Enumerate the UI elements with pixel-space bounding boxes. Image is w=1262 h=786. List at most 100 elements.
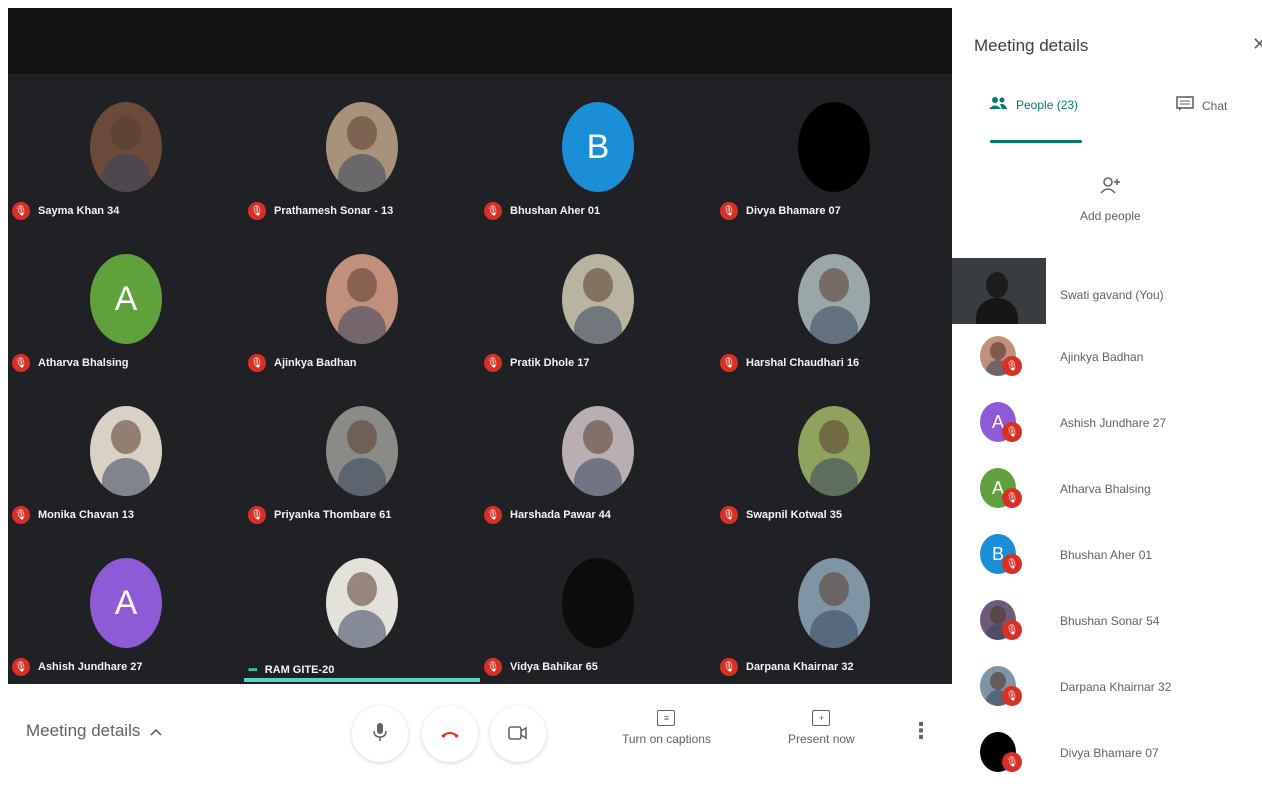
more-options-icon[interactable]: ⋮ [910,718,932,744]
muted-mic-icon: 🎙 [1002,488,1022,508]
participant-name: Harshada Pawar 44 [510,509,611,521]
participant-avatar [562,406,634,496]
participant-tile[interactable]: A 🎙 Ashish Jundhare 27 [8,530,244,682]
participant-tile[interactable]: 🎙 Sayma Khan 34 [8,74,244,226]
muted-mic-icon: 🎙 [1002,686,1022,706]
speaking-indicator-icon: ▪▪▪ [248,664,258,676]
tab-people[interactable]: People (23) [988,96,1078,113]
leave-call-button[interactable] [422,706,478,762]
chevron-up-icon [150,721,162,741]
participant-avatar [326,254,398,344]
muted-mic-icon: 🎙 [1002,752,1022,772]
participant-tile[interactable]: 🎙 Priyanka Thombare 61 [244,378,480,530]
participant-tile[interactable]: 🎙 Harshada Pawar 44 [480,378,716,530]
participant-row[interactable]: 🎙 Ajinkya Badhan [952,324,1262,390]
participant-label: 🎙 Harshal Chaudhari 16 [720,354,859,372]
participant-label: 🎙 Vidya Bahikar 65 [484,658,598,676]
participant-avatar [798,406,870,496]
participant-name: Harshal Chaudhari 16 [746,357,860,369]
muted-mic-icon: 🎙 [484,354,502,372]
participant-label: 🎙 Prathamesh Sonar - 13 [248,202,393,220]
participant-tile[interactable]: 🎙 Prathamesh Sonar - 13 [244,74,480,226]
participant-label: 🎙 Atharva Bhalsing [12,354,128,372]
participant-tile[interactable]: ▪▪▪ RAM GITE-20 [244,530,480,682]
participant-name: Atharva Bhalsing [1060,482,1151,496]
participant-label: 🎙 Harshada Pawar 44 [484,506,611,524]
participant-avatar [798,558,870,648]
participant-tile[interactable]: 🎙 Harshal Chaudhari 16 [716,226,952,378]
muted-mic-icon: 🎙 [12,202,30,220]
participant-row[interactable]: 🎙 Darpana Khairnar 32 [952,654,1262,720]
muted-mic-icon: 🎙 [12,658,30,676]
control-bar: Meeting details ≡ Turn on captions + Pre… [8,684,952,785]
add-people-button[interactable]: Add people [1080,176,1141,223]
participant-label: 🎙 Divya Bhamare 07 [720,202,841,220]
participant-avatar [326,102,398,192]
participant-avatar [562,254,634,344]
captions-button[interactable]: ≡ Turn on captions [622,710,711,746]
participant-avatar: B [562,102,634,192]
participant-tile[interactable]: 🎙 Darpana Khairnar 32 [716,530,952,682]
participant-tile[interactable]: B 🎙 Bhushan Aher 01 [480,74,716,226]
participant-label: 🎙 Priyanka Thombare 61 [248,506,391,524]
participant-name: Ajinkya Badhan [1060,350,1144,364]
add-person-icon [1099,176,1121,197]
active-speaker-bar [244,678,480,682]
muted-mic-icon: 🎙 [484,658,502,676]
participant-row[interactable]: 🎙 Bhushan Sonar 54 [952,588,1262,654]
muted-mic-icon: 🎙 [1002,422,1022,442]
self-participant-row[interactable]: Swati gavand (You) [952,258,1262,324]
participant-name: Pratik Dhole 17 [510,357,590,369]
participant-name: Divya Bhamare 07 [1060,746,1159,760]
meeting-details-panel: Meeting details ✕ People (23) Chat Add p… [952,0,1262,785]
muted-mic-icon: 🎙 [720,354,738,372]
closed-captions-icon: ≡ [657,710,676,726]
muted-mic-icon: 🎙 [12,354,30,372]
microphone-button[interactable] [352,706,408,762]
present-now-button[interactable]: + Present now [788,710,855,746]
participant-row[interactable]: 🎙 Divya Bhamare 07 [952,720,1262,786]
tab-chat[interactable]: Chat [1176,96,1227,115]
video-camera-icon [508,724,528,745]
participant-row[interactable]: A 🎙 Atharva Bhalsing [952,456,1262,522]
participant-label: 🎙 Ashish Jundhare 27 [12,658,143,676]
muted-mic-icon: 🎙 [1002,620,1022,640]
participant-avatar [326,406,398,496]
muted-mic-icon: 🎙 [720,658,738,676]
close-icon[interactable]: ✕ [1252,34,1262,55]
muted-mic-icon: 🎙 [484,506,502,524]
participant-avatar [562,558,634,648]
microphone-icon [373,722,387,747]
present-screen-icon: + [812,710,831,726]
participant-name: Ajinkya Badhan [274,357,357,369]
participant-name: RAM GITE-20 [264,664,335,676]
participant-tile[interactable]: 🎙 Vidya Bahikar 65 [480,530,716,682]
participant-tile[interactable]: A 🎙 Atharva Bhalsing [8,226,244,378]
chat-tab-label: Chat [1202,98,1228,113]
participant-name: Sayma Khan 34 [38,205,120,217]
participant-label: 🎙 Monika Chavan 13 [12,506,134,524]
camera-button[interactable] [490,706,546,762]
chat-icon [1176,96,1194,115]
participant-avatar [90,406,162,496]
people-tab-label: People (23) [1016,97,1079,112]
participant-name: Priyanka Thombare 61 [274,509,392,521]
participant-tile[interactable]: 🎙 Monika Chavan 13 [8,378,244,530]
participant-name: Darpana Khairnar 32 [746,661,854,673]
participant-row[interactable]: B 🎙 Bhushan Aher 01 [952,522,1262,588]
participant-tile[interactable]: 🎙 Swapnil Kotwal 35 [716,378,952,530]
participant-name: Ashish Jundhare 27 [1060,416,1167,430]
captions-label: Turn on captions [622,732,711,746]
participant-row[interactable]: A 🎙 Ashish Jundhare 27 [952,390,1262,456]
participant-name: Ashish Jundhare 27 [38,661,143,673]
muted-mic-icon: 🎙 [484,202,502,220]
participant-name: Darpana Khairnar 32 [1060,680,1172,694]
muted-mic-icon: 🎙 [248,354,266,372]
participant-tile[interactable]: 🎙 Pratik Dhole 17 [480,226,716,378]
top-bar [8,8,952,74]
participant-name: Divya Bhamare 07 [746,205,841,217]
meeting-details-button[interactable]: Meeting details [26,721,162,741]
muted-mic-icon: 🎙 [1002,554,1022,574]
participant-tile[interactable]: 🎙 Ajinkya Badhan [244,226,480,378]
participant-tile[interactable]: 🎙 Divya Bhamare 07 [716,74,952,226]
